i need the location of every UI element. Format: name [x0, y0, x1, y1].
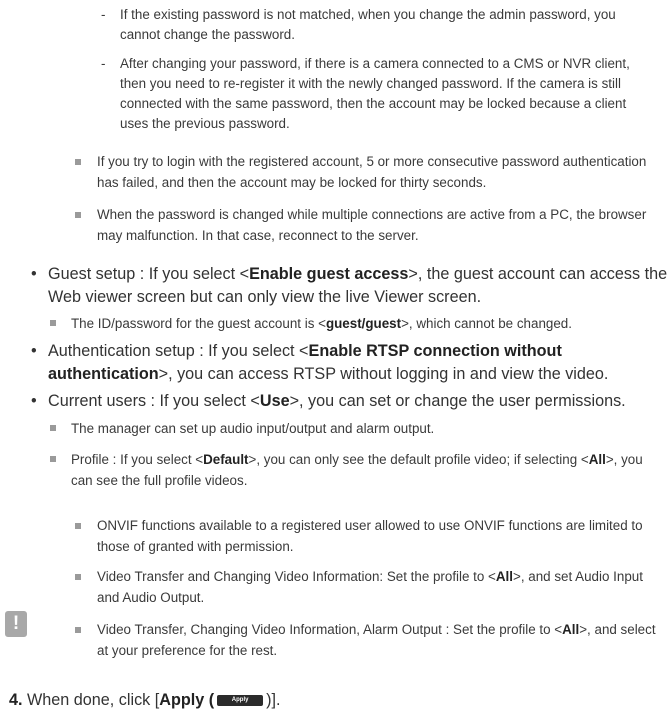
- profile-note: Profile : If you select <Default>, you c…: [50, 449, 661, 491]
- bullet-dot-icon: •: [31, 265, 37, 283]
- dash-marker: -: [101, 56, 106, 71]
- bullet-dot-icon: •: [31, 342, 37, 360]
- bullet-dot-icon: •: [31, 392, 37, 410]
- note-item-1: ONVIF functions available to a registere…: [75, 515, 657, 557]
- square-item-text: If you try to login with the registered …: [97, 154, 647, 190]
- square-bullet-icon: [75, 523, 81, 529]
- exclamation-note-icon: !: [5, 611, 27, 637]
- current-users-item: • Current users : If you select <Use>, y…: [31, 390, 668, 413]
- square-bullet-icon: [75, 627, 81, 633]
- note-item-2: Video Transfer and Changing Video Inform…: [75, 566, 657, 608]
- note-item-3: Video Transfer, Changing Video Informati…: [75, 619, 657, 661]
- guest-note: The ID/password for the guest account is…: [50, 313, 661, 334]
- step-4: 4. When done, click [Apply (Apply)].: [9, 691, 281, 709]
- apply-button[interactable]: Apply: [217, 695, 264, 707]
- dash-item-1: - If the existing password is not matche…: [101, 5, 650, 45]
- square-bullet-icon: [75, 212, 81, 218]
- use-option: Use: [259, 392, 290, 410]
- square-bullet-icon: [50, 320, 56, 326]
- dash-marker: -: [101, 7, 106, 22]
- dash-item-text: After changing your password, if there i…: [120, 56, 630, 131]
- authentication-setup-item: • Authentication setup : If you select <…: [31, 342, 609, 383]
- dash-item-2: - After changing your password, if there…: [101, 54, 650, 134]
- square-bullet-icon: [75, 574, 81, 580]
- dash-item-text: If the existing password is not matched,…: [120, 7, 616, 42]
- guest-setup-item: • Guest setup : If you select <Enable gu…: [31, 265, 668, 306]
- step-number: 4.: [9, 691, 23, 709]
- square-bullet-icon: [75, 159, 81, 165]
- square-item-2: When the password is changed while multi…: [75, 204, 657, 246]
- square-item-1: If you try to login with the registered …: [75, 151, 657, 193]
- guest-access-option: Enable guest access: [249, 265, 409, 283]
- square-bullet-icon: [50, 456, 56, 462]
- square-item-text: When the password is changed while multi…: [97, 207, 647, 243]
- square-bullet-icon: [50, 425, 56, 431]
- manager-note: The manager can set up audio input/outpu…: [50, 418, 661, 439]
